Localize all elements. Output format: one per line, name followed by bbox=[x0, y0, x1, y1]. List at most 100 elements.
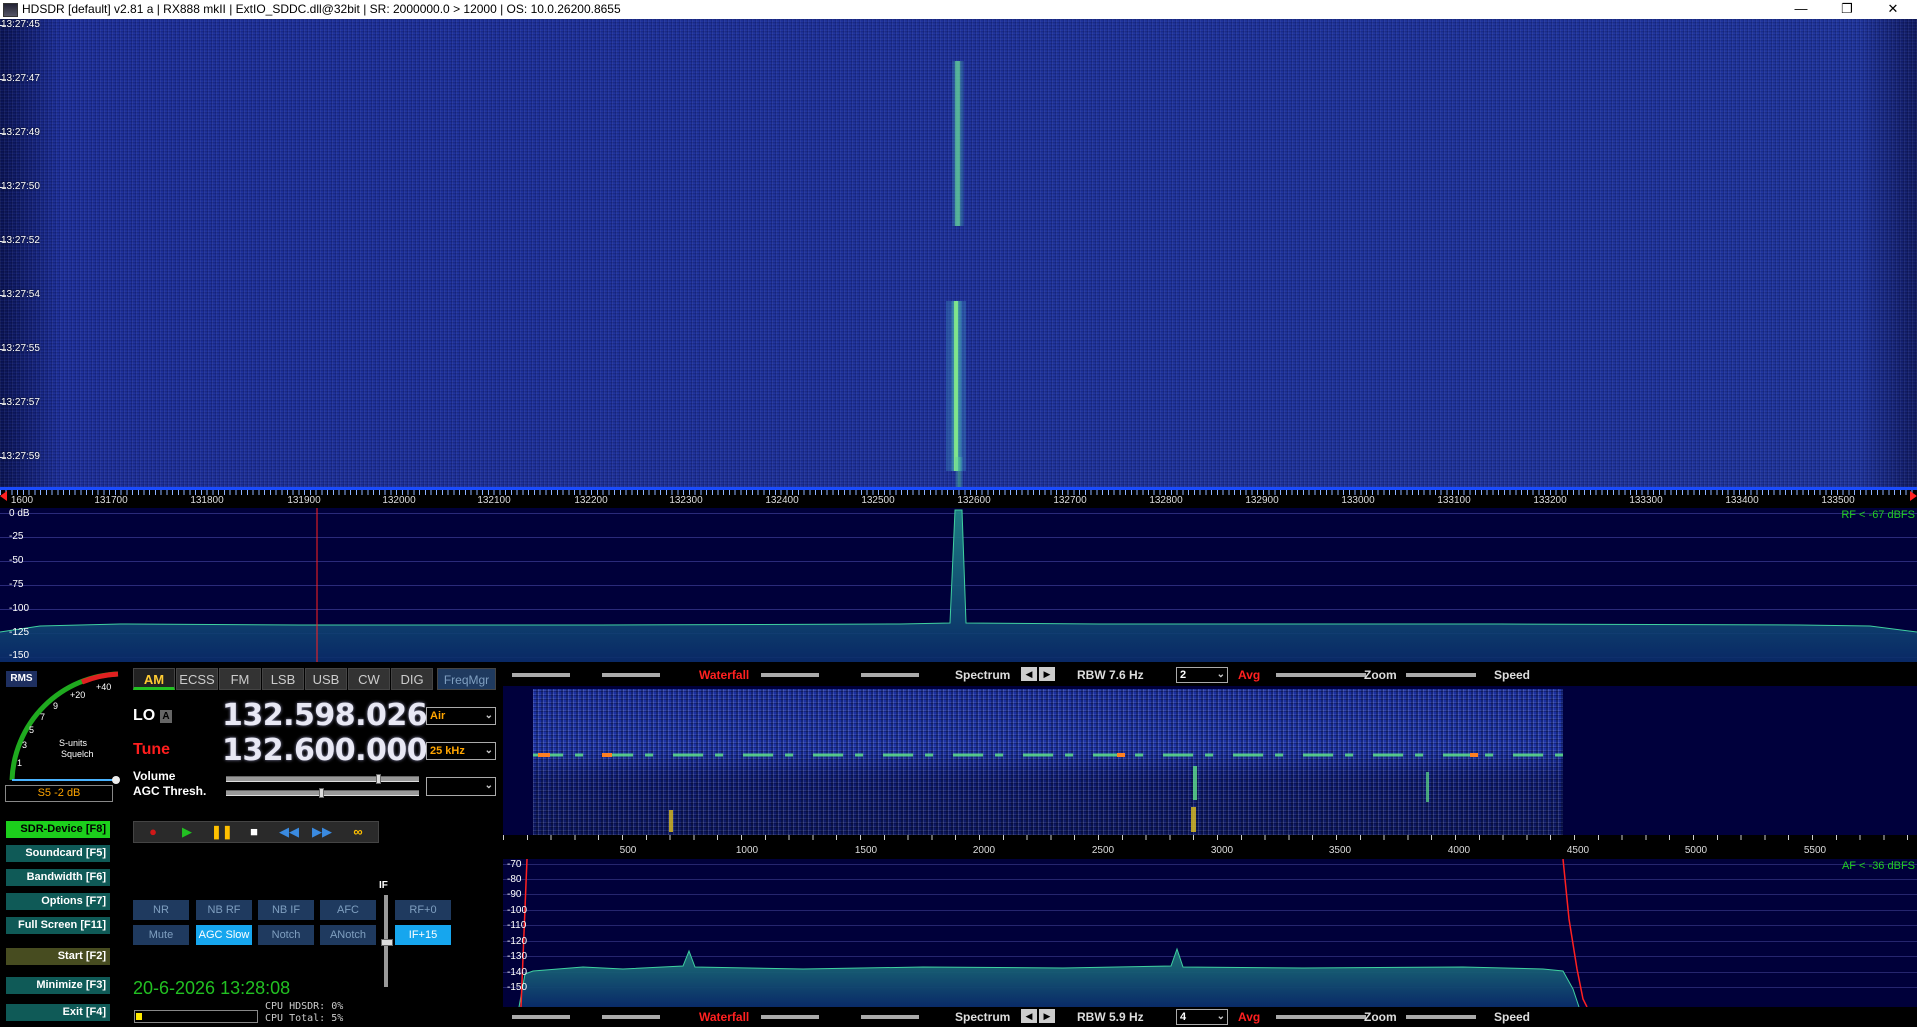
scroll-right-arrow-icon[interactable] bbox=[1910, 491, 1917, 501]
rewind-icon[interactable]: ◀◀ bbox=[279, 824, 299, 840]
soundcard-button[interactable]: Soundcard [F5] bbox=[6, 845, 110, 862]
freq-tick-label: 131700 bbox=[94, 495, 128, 506]
spec-contrast-slider[interactable] bbox=[761, 673, 819, 677]
freq-tick-label: 132700 bbox=[1053, 495, 1087, 506]
mode-dig-button[interactable]: DIG bbox=[391, 668, 433, 690]
close-window-button[interactable]: ✕ bbox=[1870, 0, 1916, 19]
chevron-down-icon: ⌄ bbox=[484, 780, 493, 791]
cpu-total-readout: CPU Total: 5% bbox=[265, 1013, 344, 1024]
rf-gain-button[interactable]: RF+0 bbox=[395, 900, 451, 920]
stop-icon[interactable]: ■ bbox=[245, 824, 263, 840]
full-screen-button[interactable]: Full Screen [F11] bbox=[6, 917, 110, 934]
freq-tick-label: 132200 bbox=[574, 495, 608, 506]
if-slider[interactable] bbox=[381, 895, 393, 987]
freq-tick-label: 132300 bbox=[669, 495, 703, 506]
audio-toolbar-top: Waterfall Spectrum ◀ ▶ RBW 7.6 Hz 2 ⌄ Avg… bbox=[506, 666, 1917, 684]
mode-ecss-button[interactable]: ECSS bbox=[176, 668, 218, 690]
s-meter-scale-label: +20 bbox=[70, 690, 86, 700]
spectrum-level-label: -25 bbox=[9, 531, 24, 542]
audio-frequency-scale[interactable]: 500 1000 1500 2000 2500 3000 3500 4000 4… bbox=[503, 835, 1917, 859]
speed-slider[interactable] bbox=[1406, 1015, 1476, 1019]
s-meter: RMS 1 3 5 7 9 +20 +40 S-units Squelch bbox=[4, 668, 123, 786]
mode-am-button[interactable]: AM bbox=[133, 668, 175, 690]
audio-level-label: -80 bbox=[507, 874, 522, 885]
mode-lsb-button[interactable]: LSB bbox=[262, 668, 304, 690]
audio-freq-tick-label: 1000 bbox=[735, 845, 759, 856]
volume-slider[interactable] bbox=[226, 774, 419, 784]
audio-freq-tick-label: 3000 bbox=[1210, 845, 1234, 856]
vfo-a-badge[interactable]: A bbox=[160, 710, 172, 723]
exit-button[interactable]: Exit [F4] bbox=[6, 1004, 110, 1021]
audio-level-label: -130 bbox=[507, 951, 528, 962]
mode-fm-button[interactable]: FM bbox=[219, 668, 261, 690]
frequency-scale[interactable]: 1600 131700 131800 131900 132000 132100 … bbox=[0, 487, 1917, 508]
rf-spectrum[interactable]: 0 dB -25 -50 -75 -100 -125 -150 RF < -67… bbox=[0, 508, 1917, 662]
mute-button[interactable]: Mute bbox=[133, 925, 189, 945]
notch-button[interactable]: Notch bbox=[258, 925, 314, 945]
if-gain-button[interactable]: IF+15 bbox=[395, 925, 451, 945]
step-dropdown[interactable]: 25 kHz ⌄ bbox=[426, 742, 496, 760]
record-icon[interactable]: ● bbox=[144, 824, 162, 840]
spec-contrast-slider[interactable] bbox=[761, 1015, 819, 1019]
lo-frequency-display[interactable]: 132.598.026 bbox=[222, 698, 428, 733]
tune-frequency-display[interactable]: 132.600.000 bbox=[222, 733, 428, 768]
spec-brightness-slider[interactable] bbox=[861, 1015, 919, 1019]
maximize-window-button[interactable]: ❐ bbox=[1824, 0, 1870, 19]
loop-icon[interactable]: ∞ bbox=[344, 824, 372, 840]
rbw-increase-icon[interactable]: ▶ bbox=[1039, 1009, 1055, 1023]
agc-thresh-slider[interactable] bbox=[226, 788, 419, 798]
afc-button[interactable]: AFC bbox=[320, 900, 376, 920]
speed-label: Speed bbox=[1494, 1010, 1531, 1024]
minimize-window-button[interactable]: — bbox=[1778, 0, 1824, 19]
band-dropdown[interactable]: Air ⌄ bbox=[426, 707, 496, 725]
avg-dropdown[interactable]: 4 ⌄ bbox=[1176, 1009, 1228, 1025]
audio-spectrum[interactable]: -70 -80 -90 -100 -110 -120 -130 -140 -15… bbox=[503, 859, 1917, 1007]
rbw-decrease-icon[interactable]: ◀ bbox=[1021, 1009, 1037, 1023]
wf-brightness-slider[interactable] bbox=[602, 1015, 660, 1019]
wf-contrast-slider[interactable] bbox=[512, 673, 570, 677]
audio-freq-tick-label: 2000 bbox=[972, 845, 996, 856]
pause-icon[interactable]: ❚❚ bbox=[211, 824, 233, 840]
spectrum-level-label: -100 bbox=[9, 603, 30, 614]
spectrum-level-label: -125 bbox=[9, 627, 30, 638]
options-button[interactable]: Options [F7] bbox=[6, 893, 110, 910]
mode-cw-button[interactable]: CW bbox=[348, 668, 390, 690]
mode-usb-button[interactable]: USB bbox=[305, 668, 347, 690]
scroll-left-arrow-icon[interactable] bbox=[0, 491, 7, 501]
nb-if-button[interactable]: NB IF bbox=[258, 900, 314, 920]
rbw-decrease-icon[interactable]: ◀ bbox=[1021, 667, 1037, 681]
spec-brightness-slider[interactable] bbox=[861, 673, 919, 677]
freq-tick-label: 132900 bbox=[1245, 495, 1279, 506]
nb-rf-button[interactable]: NB RF bbox=[196, 900, 252, 920]
zoom-slider[interactable] bbox=[1276, 673, 1366, 677]
sdr-device-button[interactable]: SDR-Device [F8] bbox=[6, 821, 110, 838]
date-time-display: 20-6-2026 13:28:08 bbox=[133, 978, 291, 998]
speed-slider[interactable] bbox=[1406, 673, 1476, 677]
fast-forward-icon[interactable]: ▶▶ bbox=[312, 824, 332, 840]
waterfall-timestamp: 13:27:55 bbox=[1, 343, 40, 354]
rbw-increase-icon[interactable]: ▶ bbox=[1039, 667, 1055, 681]
start-button[interactable]: Start [F2] bbox=[6, 948, 110, 965]
agc-slow-button[interactable]: AGC Slow bbox=[196, 925, 252, 945]
wf-brightness-slider[interactable] bbox=[602, 673, 660, 677]
wf-contrast-slider[interactable] bbox=[512, 1015, 570, 1019]
chevron-down-icon: ⌄ bbox=[1216, 1011, 1225, 1022]
nr-button[interactable]: NR bbox=[133, 900, 189, 920]
audio-waterfall[interactable] bbox=[503, 686, 1917, 835]
agc-dropdown[interactable]: ⌄ bbox=[426, 777, 496, 796]
s-meter-scale-label: 9 bbox=[53, 701, 59, 711]
zoom-label: Zoom bbox=[1364, 1010, 1397, 1024]
bandwidth-button[interactable]: Bandwidth [F6] bbox=[6, 869, 110, 886]
rms-button[interactable]: RMS bbox=[6, 671, 37, 687]
main-waterfall[interactable]: 13:27:45 13:27:47 13:27:49 13:27:50 13:2… bbox=[0, 19, 1917, 487]
waterfall-timestamp: 13:27:54 bbox=[1, 289, 40, 300]
avg-dropdown[interactable]: 2 ⌄ bbox=[1176, 667, 1228, 683]
anotch-button[interactable]: ANotch bbox=[320, 925, 376, 945]
af-level-readout: AF < -36 dBFS bbox=[1841, 860, 1915, 872]
freq-tick-label: 1600 bbox=[10, 495, 34, 506]
freqmgr-button[interactable]: FreqMgr bbox=[437, 668, 496, 690]
zoom-slider[interactable] bbox=[1276, 1015, 1366, 1019]
minimize-button[interactable]: Minimize [F3] bbox=[6, 977, 110, 994]
audio-freq-tick-label: 4500 bbox=[1566, 845, 1590, 856]
play-icon[interactable]: ▶ bbox=[178, 824, 196, 840]
